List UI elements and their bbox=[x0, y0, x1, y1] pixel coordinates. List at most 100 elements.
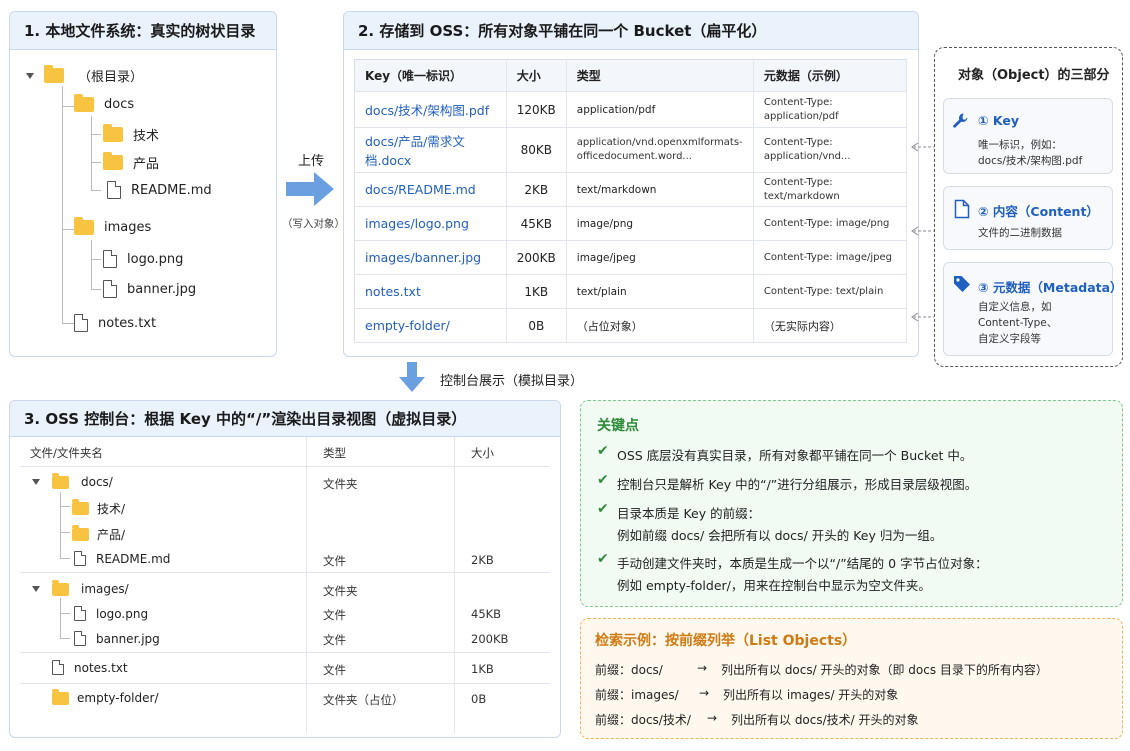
tree-row-logo[interactable]: logo.png bbox=[103, 250, 183, 268]
folder-icon bbox=[74, 217, 94, 235]
object-parts-box: 对象（Object）的三部分 ① Key 唯一标识，例如： docs/技术/架构… bbox=[934, 47, 1123, 367]
tree-line bbox=[60, 558, 70, 559]
tree-line bbox=[60, 598, 61, 639]
tree-line bbox=[91, 240, 92, 290]
column-header: 文件/文件夹名 bbox=[30, 446, 103, 460]
key-point-1: OSS 底层没有真实目录，所有对象都平铺在同一个 Bucket 中。 bbox=[617, 448, 973, 463]
tree-row-notes[interactable]: notes.txt bbox=[74, 314, 156, 332]
object-type: application/pdf bbox=[566, 91, 754, 128]
example-3-desc: 列出所有以 docs/技术/ 开头的对象 bbox=[731, 713, 919, 727]
tree-row-root[interactable]: （根目录） bbox=[26, 65, 144, 85]
root-label: （根目录） bbox=[78, 70, 144, 85]
table-row[interactable]: images/banner.jpg 200KB image/jpeg Conte… bbox=[354, 240, 908, 275]
oss-console-title: 3. OSS 控制台：根据 Key 中的“/”渲染出目录视图（虚拟目录） bbox=[10, 401, 560, 437]
banner-label: banner.jpg bbox=[96, 631, 160, 646]
console-arrow-label: 控制台展示（模拟目录） bbox=[440, 374, 584, 389]
chevron-down-icon[interactable] bbox=[32, 479, 40, 485]
object-type: image/png bbox=[566, 206, 754, 241]
chevron-down-icon[interactable] bbox=[26, 72, 34, 79]
content-title: ② 内容（Content） bbox=[978, 204, 1099, 219]
tree-row-images[interactable]: images bbox=[74, 217, 152, 235]
object-key[interactable]: docs/技术/架构图.pdf bbox=[354, 91, 507, 128]
object-key[interactable]: notes.txt bbox=[354, 274, 507, 309]
file-icon bbox=[74, 606, 86, 621]
tree-line bbox=[91, 116, 92, 191]
tree-line bbox=[91, 162, 101, 163]
metadata-desc-3: 自定义字段等 bbox=[978, 333, 1041, 345]
key-point-3a: 目录本质是 Key 的前缀： bbox=[617, 506, 761, 521]
object-key[interactable]: docs/README.md bbox=[354, 172, 507, 207]
column-header: 元数据（示例） bbox=[753, 59, 908, 92]
table-row[interactable]: images/logo.png 45KB image/png Content-T… bbox=[354, 206, 908, 241]
part-card-key: ① Key 唯一标识，例如： docs/技术/架构图.pdf bbox=[943, 98, 1113, 174]
object-key[interactable]: images/logo.png bbox=[354, 206, 507, 241]
example-1-prefix: 前缀：docs/ bbox=[595, 663, 663, 677]
logo-label: logo.png bbox=[96, 606, 149, 621]
table-row[interactable]: notes.txt 1KB text/plain Content-Type: t… bbox=[354, 274, 908, 309]
key-desc-1: 唯一标识，例如： bbox=[978, 139, 1062, 151]
wrench-icon bbox=[953, 113, 968, 128]
folder-icon bbox=[72, 499, 89, 515]
object-meta: （无实际内容） bbox=[753, 308, 908, 343]
product-label: 产品/ bbox=[97, 528, 126, 542]
object-size: 1KB bbox=[506, 274, 567, 309]
docs-label: docs bbox=[104, 97, 135, 112]
object-key[interactable]: images/banner.jpg bbox=[354, 240, 507, 275]
readme-label: README.md bbox=[96, 551, 171, 566]
object-type: （占位对象） bbox=[566, 308, 754, 343]
object-key[interactable]: empty-folder/ bbox=[354, 308, 507, 343]
object-type: text/markdown bbox=[566, 172, 754, 207]
notes-label: notes.txt bbox=[74, 660, 128, 675]
console-row-empty-folder[interactable]: empty-folder/ bbox=[52, 688, 159, 705]
folder-icon bbox=[103, 124, 123, 142]
table-row[interactable]: docs/技术/架构图.pdf 120KB application/pdf Co… bbox=[354, 91, 908, 128]
row-divider bbox=[20, 683, 550, 684]
tree-row-docs[interactable]: docs bbox=[74, 94, 135, 112]
column-header: Key（唯一标识） bbox=[354, 59, 507, 92]
tree-line bbox=[91, 289, 101, 290]
part-card-metadata: ③ 元数据（Metadata） 自定义信息，如 Content-Type、 自定… bbox=[943, 262, 1123, 356]
tree-row-banner[interactable]: banner.jpg bbox=[103, 280, 196, 298]
table-row[interactable]: docs/产品/需求文档.docx 80KB application/vnd.o… bbox=[354, 127, 908, 173]
key-points-box: 关键点 ✔ OSS 底层没有真实目录，所有对象都平铺在同一个 Bucket 中。… bbox=[580, 400, 1123, 607]
right-arrow-icon bbox=[286, 172, 334, 206]
tree-line bbox=[60, 638, 70, 639]
folder-icon bbox=[72, 525, 89, 541]
document-icon bbox=[954, 199, 970, 219]
tree-line bbox=[91, 190, 101, 191]
object-size: 2KB bbox=[506, 172, 567, 207]
console-row-images[interactable]: images/ bbox=[32, 579, 129, 596]
images-label: images bbox=[104, 220, 152, 235]
object-key[interactable]: docs/产品/需求文档.docx bbox=[354, 127, 507, 173]
key-point-2: 控制台只是解析 Key 中的“/”进行分组展示，形成目录层级视图。 bbox=[617, 477, 978, 492]
tree-row-readme[interactable]: README.md bbox=[107, 181, 212, 199]
table-row[interactable]: empty-folder/ 0B （占位对象） （无实际内容） bbox=[354, 308, 908, 343]
column-divider bbox=[306, 437, 307, 733]
console-row-logo[interactable]: logo.png bbox=[74, 606, 148, 621]
table-header-row: Key（唯一标识） 大小 类型 元数据（示例） bbox=[354, 59, 908, 92]
logo-type: 文件 bbox=[323, 608, 346, 622]
file-icon bbox=[103, 250, 117, 268]
tree-row-product[interactable]: 产品 bbox=[103, 152, 159, 172]
tree-line bbox=[62, 229, 74, 230]
upload-sub-label: （写入对象） bbox=[282, 218, 345, 230]
key-point-4a: 手动创建文件夹时，本质是生成一个以“/”结尾的 0 字节占位对象： bbox=[617, 556, 988, 571]
readme-size: 2KB bbox=[471, 553, 494, 567]
column-divider bbox=[454, 437, 455, 733]
check-icon: ✔ bbox=[597, 551, 609, 567]
console-row-readme[interactable]: README.md bbox=[74, 551, 170, 566]
row-divider bbox=[20, 652, 550, 653]
console-row-tech[interactable]: 技术/ bbox=[72, 499, 125, 517]
chevron-down-icon[interactable] bbox=[32, 586, 40, 592]
table-row[interactable]: docs/README.md 2KB text/markdown Content… bbox=[354, 172, 908, 207]
console-row-product[interactable]: 产品/ bbox=[72, 525, 126, 543]
tree-line bbox=[60, 492, 61, 559]
folder-icon bbox=[103, 152, 123, 170]
tree-row-tech[interactable]: 技术 bbox=[103, 124, 159, 144]
console-row-banner[interactable]: banner.jpg bbox=[74, 631, 160, 646]
console-row-notes[interactable]: notes.txt bbox=[52, 660, 128, 675]
file-icon bbox=[103, 280, 117, 298]
console-row-docs[interactable]: docs/ bbox=[32, 472, 113, 489]
docs-type: 文件夹 bbox=[323, 477, 358, 491]
local-fs-title: 1. 本地文件系统：真实的树状目录 bbox=[10, 12, 276, 50]
